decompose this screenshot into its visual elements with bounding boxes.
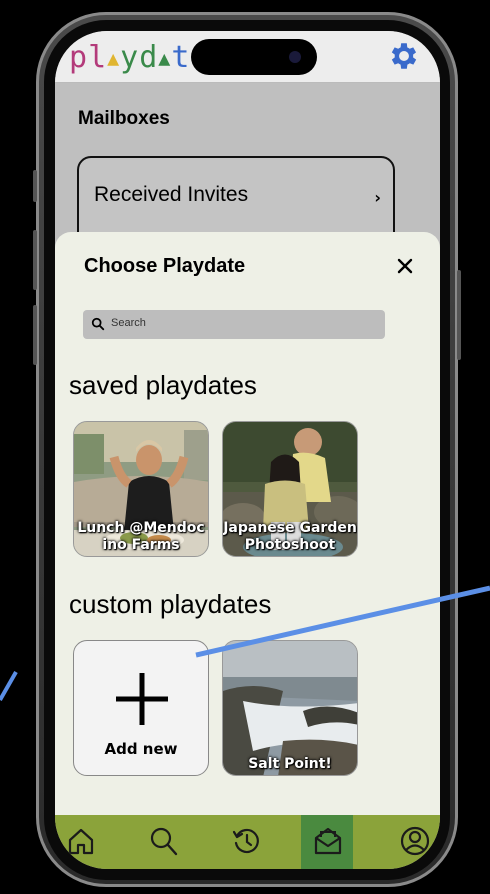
nav-profile[interactable]	[388, 815, 440, 869]
chevron-right-icon: ›	[374, 188, 381, 207]
nav-search[interactable]	[137, 815, 189, 869]
search-placeholder: Search	[111, 317, 146, 329]
phone-screen: pl▲yd▲t Mailboxes Received Invites › Cho…	[55, 31, 440, 869]
nav-home[interactable]	[55, 815, 107, 869]
volume-down-button	[33, 305, 37, 365]
gear-icon	[391, 43, 417, 69]
dynamic-island	[191, 39, 317, 75]
custom-playdate-label: Salt Point!	[248, 756, 332, 772]
logo-letter: y	[120, 40, 140, 75]
logo-letter: p	[69, 40, 89, 75]
saved-playdate-label: Lunch @Mendoc ino Farms	[77, 520, 205, 553]
custom-playdate-salt-point[interactable]: Salt Point!	[222, 640, 358, 776]
home-icon	[68, 828, 94, 855]
bottom-nav	[55, 815, 440, 869]
side-button	[33, 170, 37, 202]
volume-up-button	[33, 230, 37, 290]
front-camera	[289, 51, 301, 63]
settings-button[interactable]	[387, 39, 421, 73]
logo-letter: ▲	[107, 46, 121, 70]
saved-playdate-lunch[interactable]: Lunch @Mendoc ino Farms	[73, 421, 209, 557]
logo-letter: d	[139, 40, 159, 75]
playdate-logo: pl▲yd▲t	[69, 39, 190, 77]
nav-mailbox[interactable]	[301, 815, 353, 869]
power-button	[457, 270, 461, 360]
add-new-label: Add new	[104, 740, 178, 758]
search-input[interactable]: Search	[83, 310, 385, 339]
logo-letter: t	[171, 40, 191, 75]
logo-letter: l	[88, 40, 108, 75]
add-new-playdate-button[interactable]: Add new	[73, 640, 209, 776]
annotation-arrow-left	[0, 671, 18, 701]
saved-playdate-japanese-garden[interactable]: Japanese Garden Photoshoot	[222, 421, 358, 557]
mailbox-icon	[314, 827, 342, 855]
profile-icon	[400, 826, 430, 856]
saved-playdate-label: Japanese Garden Photoshoot	[223, 520, 357, 553]
logo-letter: ▲	[158, 46, 172, 70]
custom-playdates-heading: custom playdates	[69, 589, 272, 619]
close-icon	[397, 258, 413, 274]
sheet-title: Choose Playdate	[84, 255, 246, 277]
received-invites-label: Received Invites	[94, 183, 249, 206]
history-icon	[232, 828, 259, 854]
mailboxes-title: Mailboxes	[78, 108, 170, 129]
choose-playdate-sheet: Choose Playdate Search saved playdates L…	[55, 232, 440, 815]
app-header: pl▲yd▲t	[55, 31, 440, 83]
search-icon	[91, 317, 105, 331]
close-button[interactable]	[393, 254, 417, 278]
saved-playdates-heading: saved playdates	[69, 370, 257, 400]
search-icon	[150, 827, 178, 856]
plus-icon	[116, 673, 168, 725]
nav-history[interactable]	[220, 815, 272, 869]
